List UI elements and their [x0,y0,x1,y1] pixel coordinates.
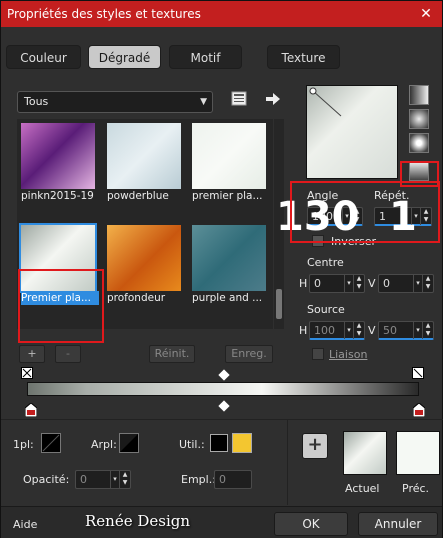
cancel-button[interactable]: Annuler [358,512,438,536]
chevron-down-icon[interactable]: ▾ [110,471,119,488]
gradient-swatch[interactable]: powderblue [105,121,183,203]
spinner-arrows-icon[interactable]: ▲ ▼ [119,471,130,488]
gradient-bar[interactable] [27,382,419,396]
chevron-down-icon[interactable]: ▾ [344,275,353,292]
user-color-black[interactable] [210,434,228,452]
gradient-label: profondeur [107,292,166,304]
source-label: Source [307,303,345,316]
rectangular-style-icon[interactable] [409,109,429,129]
gradient-preview [192,225,266,291]
current-swatch[interactable] [343,431,387,475]
one-pl-label: 1pl: [13,438,34,451]
gradient-label: powderblue [107,190,169,202]
center-label: Centre [307,256,344,269]
close-icon[interactable]: ✕ [418,1,434,27]
scrollbar-thumb[interactable] [276,289,282,319]
gradient-swatch[interactable]: premier pla... [190,121,268,203]
gradient-label: premier pla... [192,190,263,202]
ok-button[interactable]: OK [274,512,348,536]
gradient-swatch[interactable]: purple and ... [190,223,268,305]
start-stop-icon[interactable] [21,367,33,379]
add-gradient-button[interactable]: + [19,345,45,363]
divider [1,419,443,420]
spinner-arrows-icon[interactable]: ▲ ▼ [353,322,364,339]
gradient-editor-icon[interactable] [231,91,247,107]
gradient-preview-large[interactable] [306,85,398,179]
current-label: Actuel [345,482,380,495]
start-color-stop-icon[interactable] [25,403,37,417]
gradient-direction-handle[interactable] [307,86,399,180]
gradient-label: pinkn2015-19 [21,190,94,202]
reset-button[interactable]: Réinit. [149,345,195,363]
previous-label: Préc. [402,482,430,495]
user-color-yellow[interactable] [232,433,252,453]
annotation-box-angle [290,181,440,243]
chevron-down-icon[interactable]: ▾ [413,322,422,339]
spinner-arrows-icon[interactable]: ▲ ▼ [422,275,433,292]
add-swatch-button[interactable]: + [302,433,328,459]
link-label: Liaison [329,348,368,361]
save-button[interactable]: Enreg. [225,345,273,363]
center-h-value: 0 [314,277,321,290]
background-swatch-icon[interactable] [119,433,139,453]
gradient-preview [192,123,266,189]
gradient-dialog: Propriétés des styles et textures ✕ Coul… [0,0,443,538]
category-select[interactable]: Tous ▼ [17,91,213,113]
arrow-right-icon[interactable] [265,92,281,106]
opacity-field[interactable]: 0 ▾ ▲ ▼ [75,470,131,489]
opacity-value: 0 [80,473,87,486]
gradient-swatch[interactable]: pinkn2015-19 [19,121,97,203]
chevron-down-icon[interactable]: ▾ [344,322,353,339]
radial-style-icon[interactable] [409,133,429,153]
chevron-down-icon[interactable]: ▾ [413,275,422,292]
location-value: 0 [219,473,226,486]
source-h-value: 100 [314,324,335,337]
opacity-label: Opacité: [23,473,70,486]
remove-gradient-button[interactable]: - [55,345,81,363]
spinner-arrows-icon[interactable]: ▲ ▼ [422,322,433,339]
source-v-value: 50 [383,324,397,337]
gradient-preview [107,225,181,291]
source-h-field[interactable]: 100 ▾ ▲ ▼ [309,321,365,340]
previous-swatch[interactable] [396,431,440,475]
end-color-stop-icon[interactable] [413,403,425,417]
tab-couleur[interactable]: Couleur [6,45,81,69]
tab-motif[interactable]: Motif [169,45,242,69]
center-v-field[interactable]: 0 ▾ ▲ ▼ [378,274,434,293]
brand-watermark: Renée Design [85,512,191,530]
annotation-box-selected [18,269,104,343]
title-bar: Propriétés des styles et textures ✕ [1,1,442,27]
util-label: Util.: [179,438,205,451]
center-v-label: V [368,277,376,290]
center-h-label: H [299,277,308,290]
category-value: Tous [24,95,49,108]
spinner-arrows-icon[interactable]: ▲ ▼ [353,275,364,292]
tab-degrade[interactable]: Dégradé [88,45,161,69]
location-field[interactable]: 0 [214,470,252,489]
end-stop-icon[interactable] [412,367,424,379]
link-checkbox[interactable] [312,348,324,360]
help-link[interactable]: Aide [13,518,37,531]
midpoint-marker[interactable] [218,400,230,412]
gradient-label: purple and ... [192,292,263,304]
center-v-value: 0 [383,277,390,290]
source-v-label: V [368,324,376,337]
center-h-field[interactable]: 0 ▾ ▲ ▼ [309,274,365,293]
source-h-label: H [299,324,308,337]
source-v-field[interactable]: 50 ▾ ▲ ▼ [378,321,434,340]
divider [287,419,288,505]
gradient-preview [21,123,95,189]
foreground-swatch-icon[interactable] [41,433,61,453]
midpoint-marker[interactable] [218,369,230,381]
arpl-label: Arpl: [91,438,117,451]
location-label: Empl.: [181,473,216,486]
linear-style-icon[interactable] [409,85,429,105]
window-title: Propriétés des styles et textures [7,7,201,21]
gradient-swatch[interactable]: profondeur [105,223,183,305]
chevron-down-icon: ▼ [200,97,207,107]
tab-texture[interactable]: Texture [267,45,340,69]
gradient-preview [107,123,181,189]
